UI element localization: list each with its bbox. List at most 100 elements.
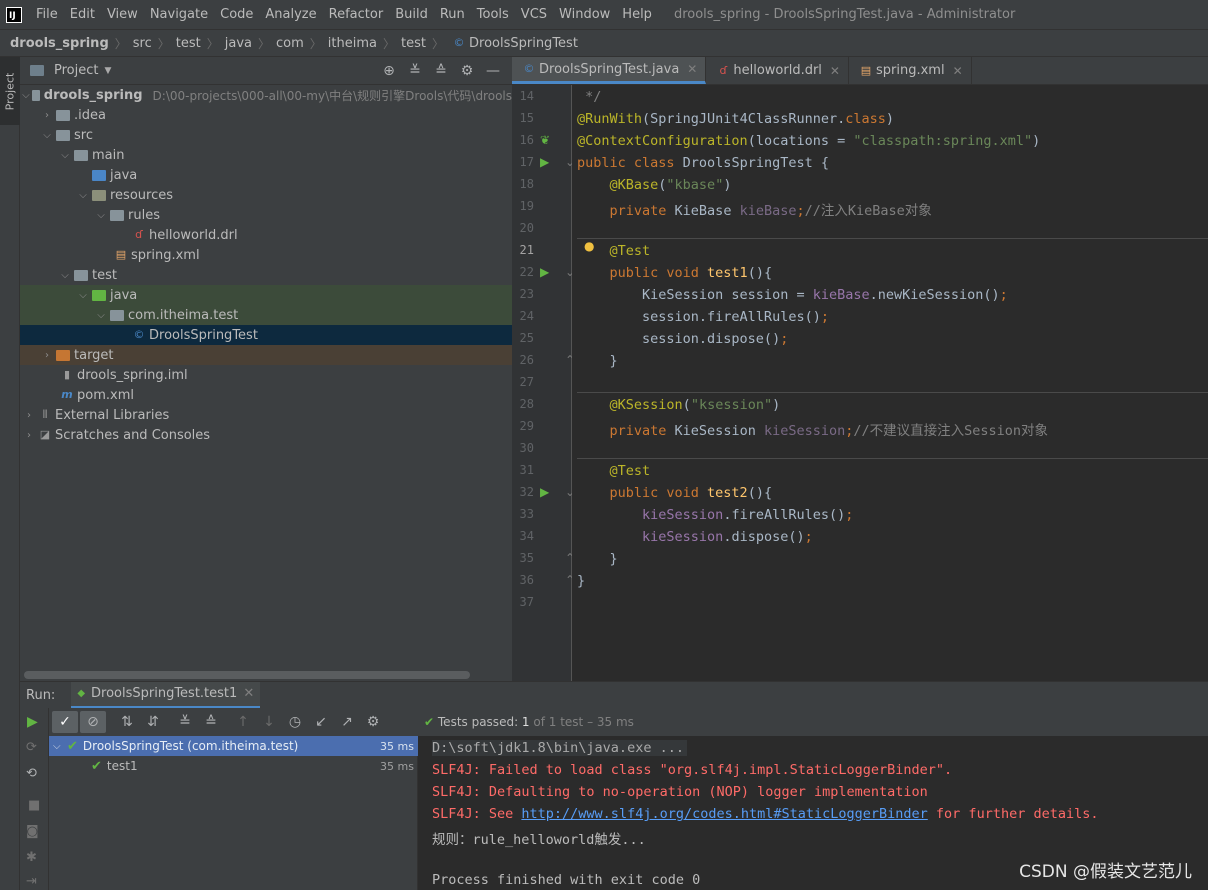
tree-node-project[interactable]: ⌵ drools_spring D:\00-projects\000-all\0… [20, 85, 512, 105]
settings-gear-icon[interactable]: ⚙ [454, 63, 480, 79]
tree-node-main-java[interactable]: java [20, 165, 512, 185]
tab-spring-xml[interactable]: ▤ spring.xml ✕ [849, 57, 972, 84]
show-ignored-icon[interactable]: ⊘ [80, 711, 106, 733]
run-test-icon[interactable]: ▶ [540, 265, 549, 279]
tree-node-src[interactable]: ⌵ src [20, 125, 512, 145]
chevron-down-icon[interactable]: ⌵ [58, 270, 72, 281]
chevron-down-icon[interactable]: ⌵ [94, 210, 108, 221]
tree-node-external-libraries[interactable]: › ⫴ External Libraries [20, 405, 512, 425]
menu-window[interactable]: Window [553, 7, 616, 22]
expand-all-icon[interactable]: ≚ [402, 63, 428, 79]
code-editor[interactable]: */ @RunWith(SpringJUnit4ClassRunner.clas… [572, 85, 1208, 681]
run-test-class-icon[interactable]: ▶ [540, 155, 549, 169]
chevron-down-icon[interactable]: ⌵ [58, 150, 72, 161]
breadcrumb-test-pkg[interactable]: test [401, 36, 426, 51]
test-case-row[interactable]: ✔ test1 35 ms [49, 756, 418, 776]
run-tab[interactable]: ◆ DroolsSpringTest.test1 ✕ [71, 681, 261, 709]
breadcrumb-class[interactable]: DroolsSpringTest [469, 36, 578, 51]
toggle-autotest-icon[interactable]: ⟲ [26, 766, 37, 781]
menu-build[interactable]: Build [389, 7, 434, 22]
test-suite-row[interactable]: ⌵ ✔ DroolsSpringTest (com.itheima.test) … [49, 736, 418, 756]
menu-tools[interactable]: Tools [471, 7, 515, 22]
run-test-icon[interactable]: ▶ [540, 485, 549, 499]
editor-gutter[interactable]: 14 15 16 17 18 19 20 21 22 23 24 25 26 2… [512, 85, 575, 681]
console-line: SLF4J: See http://www.slf4j.org/codes.ht… [432, 806, 1099, 822]
tree-node-spring-xml[interactable]: ▤ spring.xml [20, 245, 512, 265]
rerun-failed-icon[interactable]: ⟳ [26, 740, 37, 755]
breadcrumb-itheima[interactable]: itheima [328, 36, 377, 51]
chevron-right-icon[interactable]: › [40, 110, 54, 121]
menu-help[interactable]: Help [616, 7, 658, 22]
collapse-all-icon[interactable]: ≙ [428, 63, 454, 79]
rerun-icon[interactable]: ▶ [27, 714, 38, 730]
previous-failed-icon[interactable]: ↑ [230, 714, 256, 730]
sort-alpha-icon[interactable]: ⇅ [114, 714, 140, 730]
chevron-down-icon[interactable]: ⌵ [22, 90, 30, 101]
settings-gear-icon[interactable]: ⚙ [360, 714, 386, 730]
chevron-down-icon[interactable]: ▼ [104, 66, 111, 76]
menu-refactor[interactable]: Refactor [323, 7, 390, 22]
chevron-right-icon[interactable]: › [22, 410, 36, 421]
import-tests-icon[interactable]: ↙ [308, 714, 334, 730]
line-number: 37 [519, 595, 534, 609]
next-failed-icon[interactable]: ↓ [256, 714, 282, 730]
tree-node-test[interactable]: ⌵ test [20, 265, 512, 285]
menu-navigate[interactable]: Navigate [144, 7, 214, 22]
close-icon[interactable]: ✕ [953, 64, 963, 78]
chevron-down-icon[interactable]: ⌵ [53, 741, 67, 752]
project-panel-title[interactable]: Project [54, 63, 98, 78]
hide-minus-icon[interactable]: — [480, 63, 506, 79]
tree-node-resources[interactable]: ⌵ resources [20, 185, 512, 205]
sort-duration-icon[interactable]: ⇵ [140, 714, 166, 730]
tree-node-iml[interactable]: ▮ drools_spring.iml [20, 365, 512, 385]
chevron-down-icon[interactable]: ⌵ [76, 190, 90, 201]
tree-node-main[interactable]: ⌵ main [20, 145, 512, 165]
tree-node-scratches[interactable]: › ◪ Scratches and Consoles [20, 425, 512, 445]
tree-node-idea[interactable]: › .idea [20, 105, 512, 125]
menu-edit[interactable]: Edit [64, 7, 101, 22]
tree-node-pom[interactable]: m pom.xml [20, 385, 512, 405]
breadcrumb-project[interactable]: drools_spring [10, 36, 109, 51]
camera-icon[interactable]: ◙ [26, 824, 39, 839]
menu-analyze[interactable]: Analyze [259, 7, 322, 22]
tree-node-target[interactable]: › target [20, 345, 512, 365]
chevron-down-icon[interactable]: ⌵ [76, 290, 90, 301]
chevron-down-icon[interactable]: ⌵ [40, 130, 54, 141]
tree-node-helloworld-drl[interactable]: ɗ helloworld.drl [20, 225, 512, 245]
console-line[interactable]: D:\soft\jdk1.8\bin\java.exe ... [432, 740, 687, 756]
tree-node-rules[interactable]: ⌵ rules [20, 205, 512, 225]
spring-leaf-icon[interactable]: ❦ [540, 133, 550, 147]
close-icon[interactable]: ✕ [830, 64, 840, 78]
breadcrumb-com[interactable]: com [276, 36, 304, 51]
expand-all-icon[interactable]: ≚ [172, 714, 198, 730]
export-tests-icon[interactable]: ↗ [334, 714, 360, 730]
locate-icon[interactable]: ⊕ [376, 63, 402, 79]
close-icon[interactable]: ✕ [243, 686, 254, 701]
breadcrumb-test[interactable]: test [176, 36, 201, 51]
breadcrumb-src[interactable]: src [133, 36, 152, 51]
chevron-down-icon[interactable]: ⌵ [94, 310, 108, 321]
tree-node-package[interactable]: ⌵ com.itheima.test [20, 305, 512, 325]
menu-view[interactable]: View [101, 7, 144, 22]
slf4j-link[interactable]: http://www.slf4j.org/codes.html#StaticLo… [521, 806, 927, 822]
show-passed-icon[interactable]: ✓ [52, 711, 78, 733]
tab-helloworld-drl[interactable]: ɗ helloworld.drl ✕ [706, 57, 849, 84]
breadcrumb-java[interactable]: java [225, 36, 252, 51]
tree-node-droolsspringtest[interactable]: © DroolsSpringTest [20, 325, 512, 345]
menu-run[interactable]: Run [434, 7, 471, 22]
exit-icon[interactable]: ⇥ [26, 874, 37, 889]
project-tool-tab[interactable]: Project [0, 57, 20, 125]
test-history-icon[interactable]: ◷ [282, 714, 308, 730]
menu-file[interactable]: File [30, 7, 64, 22]
stop-icon[interactable]: ■ [28, 798, 40, 813]
collapse-all-icon[interactable]: ≙ [198, 714, 224, 730]
menu-code[interactable]: Code [214, 7, 259, 22]
close-icon[interactable]: ✕ [687, 62, 697, 76]
horizontal-scrollbar[interactable] [24, 671, 470, 679]
chevron-right-icon[interactable]: › [22, 430, 36, 441]
debug-bug-icon[interactable]: ✱ [26, 850, 37, 865]
tab-droolsspringtest-java[interactable]: © DroolsSpringTest.java ✕ [512, 57, 707, 84]
menu-vcs[interactable]: VCS [515, 7, 553, 22]
chevron-right-icon[interactable]: › [40, 350, 54, 361]
tree-node-test-java[interactable]: ⌵ java [20, 285, 512, 305]
